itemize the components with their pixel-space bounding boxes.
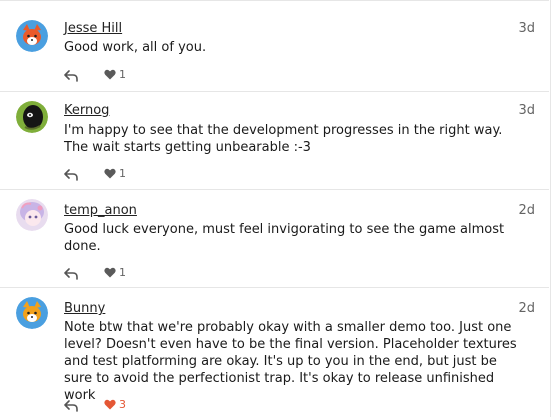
like-button[interactable]: 3 [104,396,126,412]
fox-avatar-icon [16,20,48,52]
username[interactable]: Bunny [64,301,105,316]
reply-icon [64,169,78,181]
post-date[interactable]: 2d [518,203,535,218]
like-count: 1 [119,67,126,81]
avatar[interactable] [16,199,48,231]
post-body: Good luck everyone, must feel invigorati… [64,222,505,254]
like-count: 1 [119,265,126,279]
reply-icon [64,268,78,280]
heart-icon [104,399,116,409]
heart-icon [104,267,116,277]
like-count: 3 [119,397,126,411]
reply-icon [64,70,78,82]
post-body: Note btw that we're probably okay with a… [64,320,517,403]
reply-button[interactable] [64,166,80,181]
dark-character-avatar-icon [16,101,48,133]
like-button[interactable]: 1 [104,264,126,280]
like-button[interactable]: 1 [104,165,126,181]
avatar[interactable] [16,297,48,329]
reply-button[interactable] [64,67,80,82]
fox-avatar-icon [16,297,48,329]
post-date[interactable]: 2d [518,301,535,316]
anime-character-avatar-icon [16,199,48,231]
avatar[interactable] [16,101,48,133]
reply-icon [64,400,78,412]
post-item: Bunny 2d Note btw that we're probably ok… [0,287,549,417]
heart-icon [104,69,116,79]
reply-button[interactable] [64,397,80,412]
post-item: Jesse Hill 3d Good work, all of you. 1 [0,0,549,92]
heart-icon [104,168,116,178]
right-divider [550,0,551,417]
reply-button[interactable] [64,265,80,280]
post-body: I'm happy to see that the development pr… [64,123,503,155]
like-count: 1 [119,166,126,180]
username[interactable]: temp_anon [64,203,137,218]
post-date[interactable]: 3d [518,103,535,118]
post-item: temp_anon 2d Good luck everyone, must fe… [0,189,549,288]
post-item: Kernog 3d I'm happy to see that the deve… [0,91,549,190]
username[interactable]: Jesse Hill [64,21,122,36]
username[interactable]: Kernog [64,103,109,118]
like-button[interactable]: 1 [104,66,126,82]
post-date[interactable]: 3d [518,21,535,36]
post-body: Good work, all of you. [64,40,207,55]
avatar[interactable] [16,20,48,52]
